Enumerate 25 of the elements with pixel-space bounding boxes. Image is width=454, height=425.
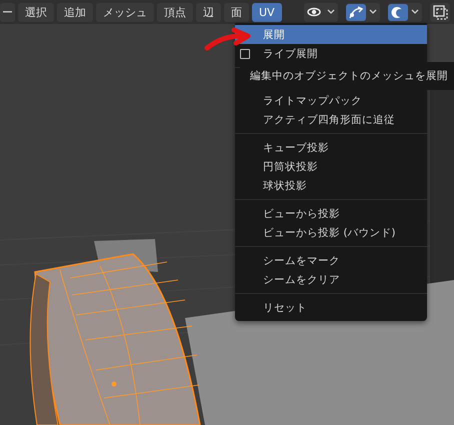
menu-item[interactable]: 選択 xyxy=(18,2,54,22)
menu-option[interactable]: リセット xyxy=(235,298,427,317)
menu-option[interactable]: ライブ展開 xyxy=(235,44,427,63)
menu-option[interactable]: ライトマップパック xyxy=(235,91,427,110)
menu-item[interactable]: 追加 xyxy=(57,2,93,22)
menu-item[interactable]: メッシュ xyxy=(96,2,154,22)
menu-item[interactable]: 頂点 xyxy=(157,2,193,22)
menu-option[interactable]: アクティブ四角形面に追従 xyxy=(235,110,427,129)
menu-item[interactable]: 面 xyxy=(224,2,249,22)
gizmo-toggle-icon[interactable] xyxy=(346,4,366,20)
menu-option[interactable]: シームをクリア xyxy=(235,270,427,289)
menu-option[interactable]: 円筒状投影 xyxy=(235,157,427,176)
menu-item[interactable]: ー xyxy=(0,2,15,22)
arrow-annotation-icon xyxy=(204,26,252,52)
checkbox[interactable] xyxy=(240,48,250,58)
overlay-toggle-icon[interactable] xyxy=(388,4,408,20)
menu-item[interactable]: 辺 xyxy=(196,2,221,22)
tooltip: 編集中のオブジェクトのメッシュを展開 xyxy=(240,62,454,90)
menu-option[interactable]: シームをマーク xyxy=(235,251,427,270)
menu-option[interactable]: ビューから投影 xyxy=(235,204,427,223)
menu-option[interactable]: 展開 xyxy=(235,25,427,44)
menu-option[interactable]: 球状投影 xyxy=(235,176,427,195)
menu-option[interactable]: キューブ投影 xyxy=(235,138,427,157)
menu-item[interactable]: UV xyxy=(252,2,282,22)
menu-option[interactable]: ビューから投影 (バウンド) xyxy=(235,223,427,242)
